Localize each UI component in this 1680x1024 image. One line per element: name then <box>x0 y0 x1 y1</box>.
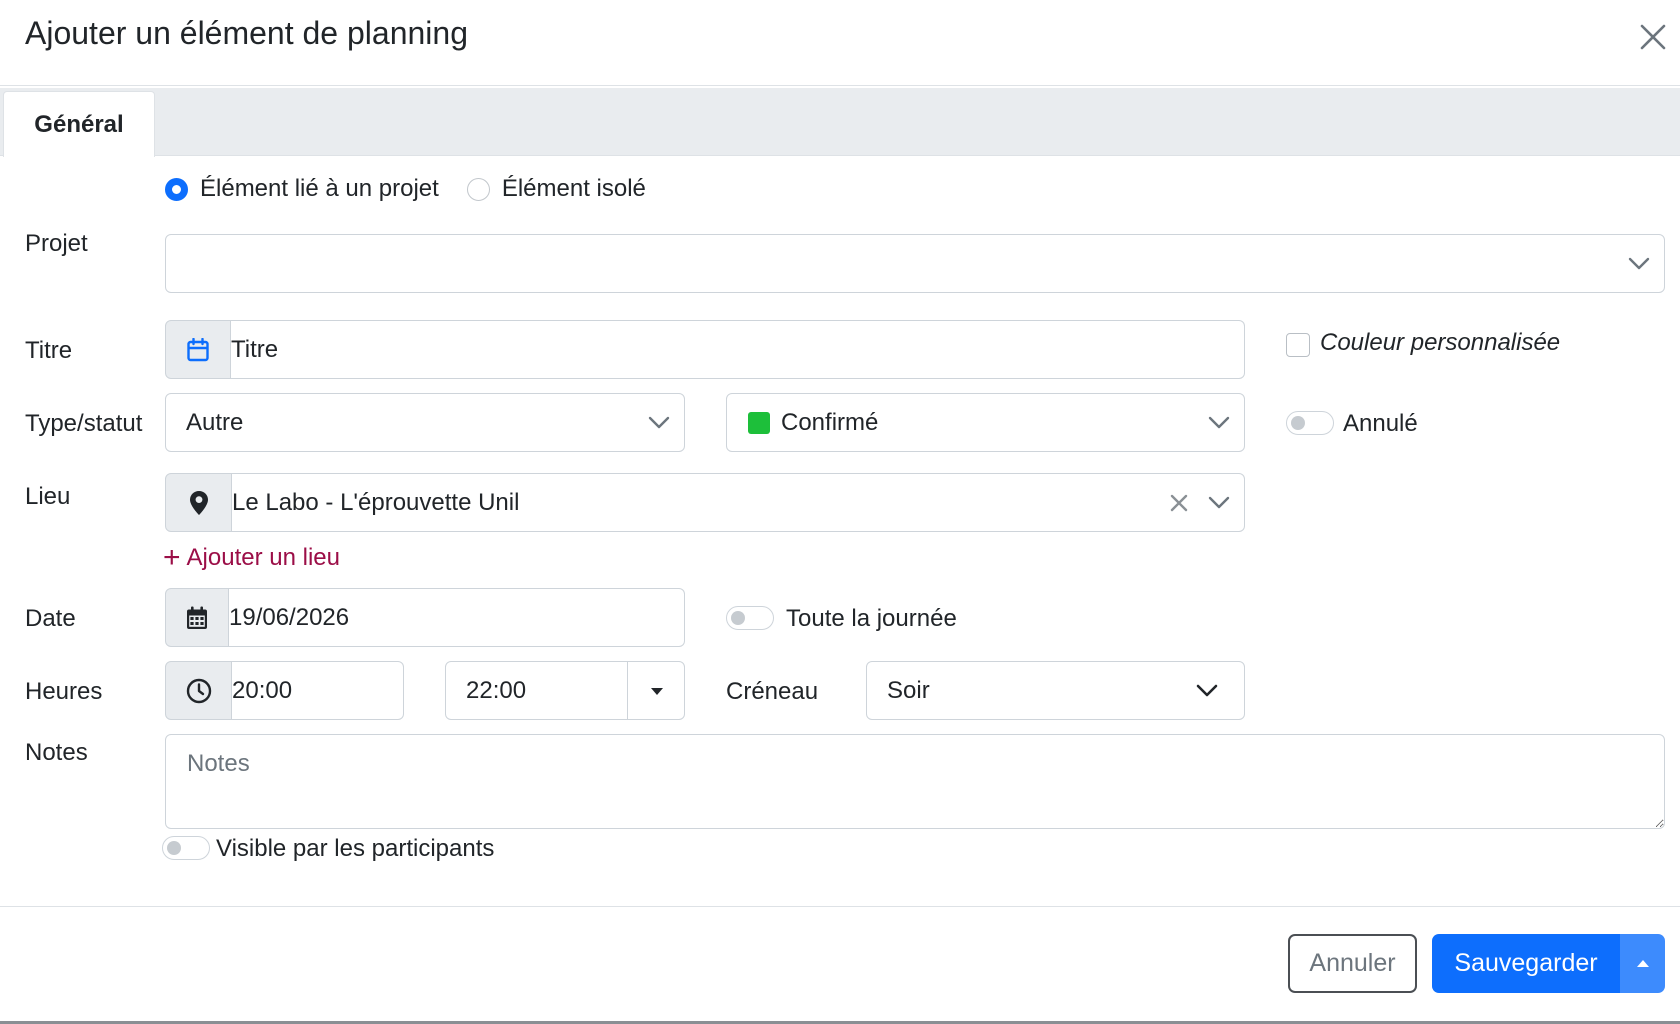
add-lieu-link[interactable]: + Ajouter un lieu <box>163 543 340 573</box>
type-statut-label: Type/statut <box>25 410 143 437</box>
all-day-label: Toute la journée <box>786 605 957 632</box>
tab-general[interactable]: Général <box>3 91 155 157</box>
statut-select[interactable]: Confirmé <box>726 393 1245 452</box>
custom-color-label[interactable]: Couleur personnalisée <box>1320 329 1560 357</box>
caret-up-icon <box>1636 960 1649 967</box>
statut-value: Confirmé <box>781 408 879 436</box>
chevron-down-icon <box>1208 416 1230 428</box>
lieu-select[interactable]: Le Labo - L'éprouvette Unil <box>232 473 1245 532</box>
custom-color-checkbox[interactable] <box>1286 333 1310 357</box>
creneau-value: Soir <box>887 676 930 704</box>
projet-label: Projet <box>25 230 88 257</box>
creneau-label: Créneau <box>726 678 819 705</box>
annule-label: Annulé <box>1343 410 1418 437</box>
map-marker-icon <box>189 490 208 515</box>
cancel-button[interactable]: Annuler <box>1288 934 1417 993</box>
chevron-down-icon <box>648 416 670 428</box>
start-time-input[interactable]: 20:00 <box>232 661 404 720</box>
titre-calendar-addon <box>165 320 231 379</box>
all-day-toggle[interactable] <box>726 606 774 630</box>
annule-toggle[interactable] <box>1286 411 1334 435</box>
radio-linked-project-label[interactable]: Élément lié à un projet <box>200 175 439 203</box>
chevron-down-icon <box>1196 684 1218 696</box>
visible-participants-label: Visible par les participants <box>216 835 495 862</box>
date-input[interactable]: 19/06/2026 <box>229 588 685 647</box>
modal-title: Ajouter un élément de planning <box>25 15 468 51</box>
creneau-select[interactable]: Soir <box>866 661 1245 720</box>
save-button[interactable]: Sauvegarder <box>1432 934 1620 993</box>
notes-label: Notes <box>25 739 88 766</box>
close-icon <box>1640 24 1666 50</box>
lieu-label: Lieu <box>25 483 71 510</box>
chevron-down-icon <box>1628 257 1650 269</box>
radio-standalone-label[interactable]: Élément isolé <box>502 175 646 203</box>
status-color-swatch <box>748 411 770 434</box>
plus-icon: + <box>163 541 181 574</box>
link-type-radios: Élément lié à un projet Élément isolé <box>165 172 646 206</box>
modal-header: Ajouter un élément de planning <box>0 0 1680 86</box>
caret-down-icon <box>650 687 663 695</box>
lieu-addon <box>165 473 232 532</box>
end-time-value: 22:00 <box>466 676 527 704</box>
date-addon <box>165 588 229 647</box>
save-options-button[interactable] <box>1620 934 1665 993</box>
clock-icon <box>186 678 211 703</box>
modal-footer <box>0 906 1680 1022</box>
titre-input[interactable]: Titre <box>231 320 1245 379</box>
date-value: 19/06/2026 <box>229 603 350 631</box>
titre-label: Titre <box>25 337 73 364</box>
notes-textarea[interactable] <box>165 734 1665 829</box>
schedule-item-modal: Ajouter un élément de planning Général É… <box>0 0 1680 1022</box>
projet-select[interactable] <box>165 234 1665 293</box>
close-button[interactable] <box>1636 20 1670 54</box>
time-addon <box>165 661 232 720</box>
end-time-dropdown-button[interactable] <box>627 662 685 720</box>
start-time-value: 20:00 <box>232 676 293 704</box>
radio-linked-project[interactable] <box>165 177 188 201</box>
radio-standalone[interactable] <box>466 177 490 201</box>
visible-participants-toggle[interactable] <box>162 836 210 860</box>
calendar-days-icon <box>187 606 207 629</box>
calendar-icon <box>187 337 209 361</box>
lieu-value: Le Labo - L'éprouvette Unil <box>232 488 520 516</box>
clear-icon[interactable] <box>1170 494 1188 512</box>
titre-placeholder: Titre <box>231 335 279 363</box>
type-select[interactable]: Autre <box>165 393 685 452</box>
type-value: Autre <box>186 408 244 436</box>
add-lieu-label: Ajouter un lieu <box>186 544 340 571</box>
tab-bar: Général <box>0 88 1680 157</box>
date-label: Date <box>25 605 76 632</box>
heures-label: Heures <box>25 678 103 705</box>
chevron-down-icon <box>1208 496 1230 508</box>
